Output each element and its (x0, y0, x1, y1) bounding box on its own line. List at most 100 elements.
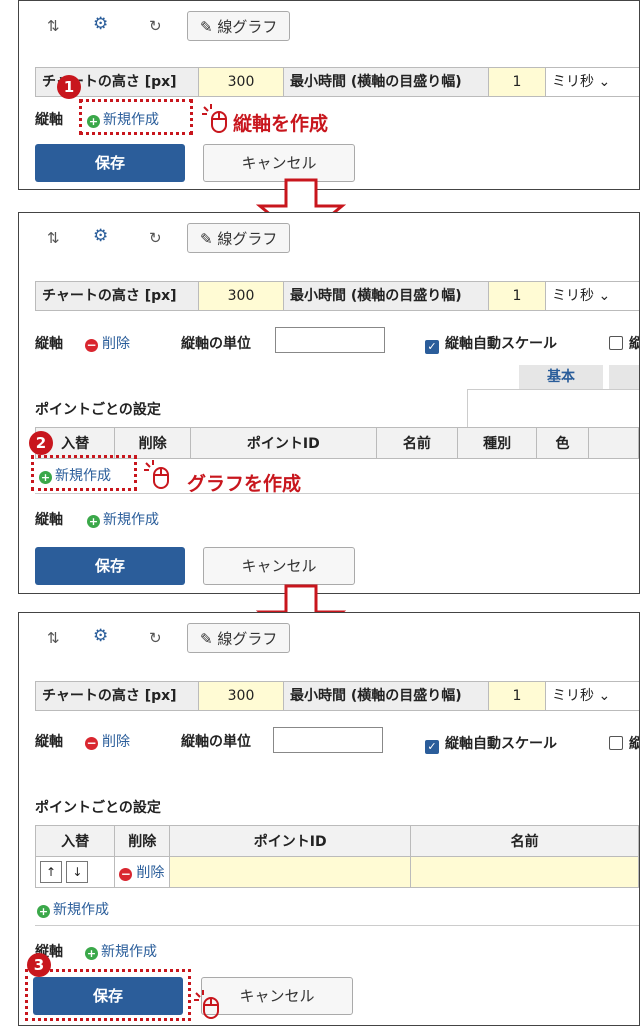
divider (35, 925, 639, 926)
mouse-click-icon (144, 460, 169, 489)
line-chart-button[interactable]: ✎ 線グラフ (187, 223, 291, 253)
settings-row: チャートの高さ [px] 300 最小時間 (横軸の目盛り幅) 1 ミリ秒 ⌄ (35, 681, 639, 711)
row-delete-button[interactable]: − 削除 (119, 865, 164, 881)
row-delete-label: 削除 (136, 865, 165, 881)
extra-checkbox-label: 縦 (629, 736, 639, 752)
axis-delete-button[interactable]: − 削除 (85, 731, 130, 751)
axis-new-label: 新規作成 (101, 944, 157, 960)
col-delete: 削除 (114, 427, 191, 459)
callout-create-axis: 縦軸を作成 (233, 113, 329, 135)
chart-height-input[interactable]: 300 (199, 68, 284, 96)
min-time-input[interactable]: 1 (489, 68, 546, 96)
step-badge-3: 3 (27, 953, 51, 977)
toolbar: ⇅ ⚙ ↻ ✎ 線グラフ (19, 1, 639, 51)
extra-checkbox[interactable]: 縦 (609, 733, 639, 753)
swap-cell: ↑ ↓ (34, 856, 116, 888)
points-table: 入替 削除 ポイントID 名前 ↑ ↓ − 削除 (34, 825, 639, 888)
min-time-label: 最小時間 (横軸の目盛り幅) (284, 282, 489, 310)
chart-height-label: チャートの高さ [px] (36, 282, 199, 310)
col-point-id: ポイントID (189, 427, 377, 459)
swap-icon[interactable]: ⇅ (47, 229, 60, 247)
save-button[interactable]: 保存 (35, 144, 185, 182)
axis-label: 縦軸 (35, 112, 63, 128)
toolbar: ⇅ ⚙ ↻ ✎ 線グラフ (19, 613, 639, 663)
callout-create-graph: グラフを作成 (187, 473, 302, 495)
tab-basic[interactable]: 基本 (519, 365, 603, 389)
table-header-row: 入替 削除 ポイントID 名前 (34, 825, 639, 857)
plus-circle-icon: + (85, 947, 98, 960)
unit-select[interactable]: ミリ秒 ⌄ (546, 282, 616, 310)
minus-circle-icon: − (119, 867, 133, 881)
swap-icon[interactable]: ⇅ (47, 629, 60, 647)
axis-delete-label: 削除 (102, 734, 130, 750)
refresh-icon[interactable]: ↻ (149, 629, 162, 647)
min-time-input[interactable]: 1 (489, 282, 546, 310)
axis-label: 縦軸 (35, 734, 63, 750)
col-name: 名前 (375, 427, 459, 459)
step-badge-2: 2 (29, 431, 53, 455)
tab-next[interactable] (609, 365, 639, 389)
chart-height-input[interactable]: 300 (199, 682, 284, 710)
mouse-click-icon (194, 990, 219, 1019)
axis-unit-label: 縦軸の単位 (181, 734, 251, 750)
settings-row: チャートの高さ [px] 300 最小時間 (横軸の目盛り幅) 1 ミリ秒 ⌄ (35, 67, 639, 97)
col-delete: 削除 (114, 825, 171, 857)
checkbox-empty-icon (609, 736, 623, 750)
auto-scale-label: 縦軸自動スケール (445, 736, 557, 752)
panel-step3: ⇅ ⚙ ↻ ✎ 線グラフ チャートの高さ [px] 300 最小時間 (横軸の目… (18, 612, 640, 1026)
cancel-button[interactable]: キャンセル (203, 144, 355, 182)
gear-icon[interactable]: ⚙ (93, 14, 108, 34)
col-name: 名前 (410, 825, 639, 857)
unit-select[interactable]: ミリ秒 ⌄ (546, 68, 616, 96)
col-color: 色 (536, 427, 589, 459)
table-header-row: 入替 削除 ポイントID 名前 種別 色 (34, 427, 639, 459)
cancel-button[interactable]: キャンセル (203, 547, 355, 585)
minus-circle-icon: − (85, 338, 98, 352)
refresh-icon[interactable]: ↻ (149, 17, 162, 35)
axis-delete-button[interactable]: − 削除 (85, 333, 130, 353)
panel-step1: ⇅ ⚙ ↻ ✎ 線グラフ チャートの高さ [px] 300 最小時間 (横軸の目… (18, 0, 640, 190)
axis-new-button[interactable]: + 新規作成 (87, 509, 159, 529)
axis-unit-label: 縦軸の単位 (181, 336, 251, 352)
move-up-button[interactable]: ↑ (40, 861, 62, 883)
checkbox-checked-icon: ✓ (425, 740, 439, 754)
col-swap: 入替 (34, 825, 116, 857)
swap-icon[interactable]: ⇅ (47, 17, 60, 35)
save-button[interactable]: 保存 (35, 547, 185, 585)
move-down-button[interactable]: ↓ (66, 861, 89, 883)
step-badge-1: 1 (57, 75, 81, 99)
axis-unit-input[interactable] (273, 727, 383, 753)
col-point-id: ポイントID (169, 825, 412, 857)
col-extra (587, 427, 639, 459)
divider (35, 493, 639, 494)
panel-step2: ⇅ ⚙ ↻ ✎ 線グラフ チャートの高さ [px] 300 最小時間 (横軸の目… (18, 212, 640, 594)
axis-delete-label: 削除 (102, 336, 130, 352)
mouse-click-icon (202, 104, 227, 133)
auto-scale-checkbox[interactable]: ✓ 縦軸自動スケール (425, 333, 557, 354)
axis-label: 縦軸 (35, 336, 63, 352)
axis-new-button[interactable]: + 新規作成 (85, 941, 157, 961)
axis-new-label: 新規作成 (103, 512, 159, 528)
axis-unit-input[interactable] (275, 327, 385, 353)
name-input[interactable] (410, 856, 639, 888)
gear-icon[interactable]: ⚙ (93, 626, 108, 646)
extra-checkbox[interactable]: 縦 (609, 333, 639, 353)
chart-height-input[interactable]: 300 (199, 282, 284, 310)
chart-height-label: チャートの高さ [px] (36, 682, 199, 710)
minus-circle-icon: − (85, 736, 98, 750)
col-type: 種別 (456, 427, 538, 459)
table-row: ↑ ↓ − 削除 (34, 856, 639, 888)
points-section-title: ポイントごとの設定 (35, 402, 161, 418)
line-chart-button[interactable]: ✎ 線グラフ (187, 623, 291, 653)
extra-checkbox-label: 縦 (629, 336, 639, 352)
min-time-input[interactable]: 1 (489, 682, 546, 710)
gear-icon[interactable]: ⚙ (93, 226, 108, 246)
points-new-button[interactable]: + 新規作成 (37, 899, 109, 919)
line-chart-button[interactable]: ✎ 線グラフ (187, 11, 291, 41)
auto-scale-checkbox[interactable]: ✓ 縦軸自動スケール (425, 733, 557, 754)
refresh-icon[interactable]: ↻ (149, 229, 162, 247)
unit-select[interactable]: ミリ秒 ⌄ (546, 682, 616, 710)
points-section-title: ポイントごとの設定 (35, 800, 161, 816)
point-id-input[interactable] (169, 856, 412, 888)
points-new-label: 新規作成 (53, 902, 109, 918)
